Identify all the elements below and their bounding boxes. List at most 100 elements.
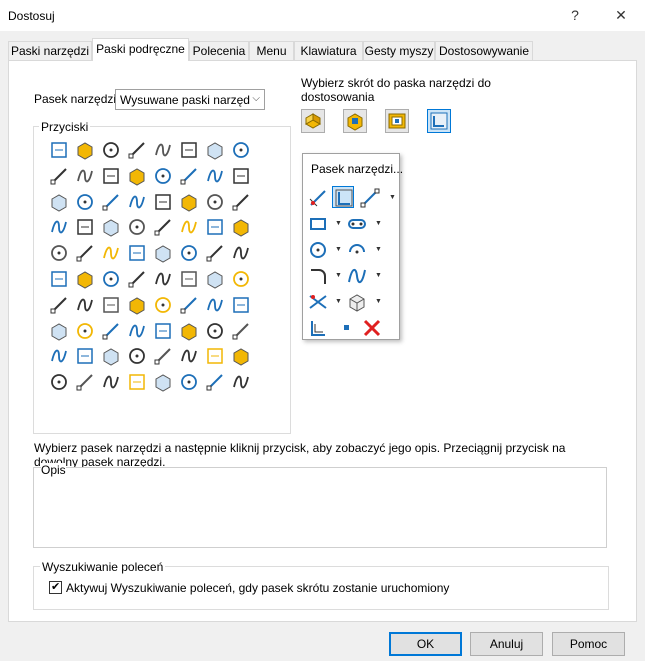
diamond-icon[interactable] [204, 216, 226, 238]
pencil-icon[interactable] [48, 216, 70, 238]
fillet-dropdown-arrow[interactable]: ▼ [335, 272, 343, 280]
quick-sketch-button[interactable] [427, 109, 451, 133]
mate-icon[interactable] [48, 345, 70, 367]
assembly-icon[interactable] [230, 320, 252, 342]
rectangle-icon[interactable] [126, 268, 148, 290]
box-icon[interactable] [152, 216, 174, 238]
annotation-icon[interactable] [152, 139, 174, 161]
measure-icon[interactable] [100, 371, 122, 393]
camera-icon[interactable] [230, 165, 252, 187]
search-icon[interactable] [74, 242, 96, 264]
swap-icon[interactable] [74, 345, 96, 367]
drawing-view-icon[interactable] [48, 165, 70, 187]
arc-icon[interactable] [204, 268, 226, 290]
page-icon[interactable] [152, 242, 174, 264]
quick-drawing-button[interactable] [385, 109, 409, 133]
loft-icon[interactable] [100, 320, 122, 342]
sketch-icon[interactable] [230, 191, 252, 213]
spline-curve-icon[interactable] [48, 294, 70, 316]
tab-shortcut-bars[interactable]: Paski podręczne [92, 38, 189, 61]
cube-icon[interactable] [100, 294, 122, 316]
part-icon[interactable] [204, 345, 226, 367]
move-face-icon[interactable] [48, 139, 70, 161]
fillet-icon[interactable] [307, 265, 329, 287]
book-icon[interactable] [74, 191, 96, 213]
corner-icon[interactable] [74, 268, 96, 290]
trim-dropdown-arrow[interactable]: ▼ [335, 298, 343, 306]
slot-dropdown-arrow[interactable]: ▼ [375, 220, 383, 228]
extrude-icon[interactable] [48, 320, 70, 342]
globe-icon[interactable] [100, 242, 122, 264]
spline-icon[interactable] [100, 216, 122, 238]
point-icon[interactable] [336, 317, 358, 339]
open-icon[interactable] [178, 242, 200, 264]
tab-customization[interactable]: Dostosowywanie [435, 41, 533, 61]
exit-sketch-icon[interactable] [307, 317, 329, 339]
move-comp-icon[interactable] [74, 371, 96, 393]
close-icon[interactable]: ✕ [598, 0, 644, 30]
funnel-icon[interactable] [152, 191, 174, 213]
toolbar-select[interactable]: Wysuwane paski narzęd ⌵ [115, 89, 265, 110]
curve-icon[interactable] [178, 139, 200, 161]
text-icon[interactable] [100, 139, 122, 161]
crosshair-icon[interactable] [230, 139, 252, 161]
tab-menu[interactable]: Menu [249, 41, 294, 61]
sheet-icon[interactable] [126, 165, 148, 187]
ok-button[interactable]: OK [389, 632, 462, 656]
ellipse-icon[interactable] [230, 268, 252, 290]
display-icon[interactable] [126, 216, 148, 238]
color-bar-icon[interactable] [178, 165, 200, 187]
tab-keyboard[interactable]: Klawiatura [294, 41, 363, 61]
pattern-icon[interactable] [126, 320, 148, 342]
eye-icon[interactable] [204, 320, 226, 342]
tab-toolbars[interactable]: Paski narzędzi [8, 41, 92, 61]
circle-icon[interactable] [178, 268, 200, 290]
ruler-icon[interactable] [178, 371, 200, 393]
tab-commands[interactable]: Polecenia [189, 41, 249, 61]
line-dropdown-arrow[interactable]: ▼ [389, 194, 397, 202]
grid-icon[interactable] [230, 216, 252, 238]
3d-sketch-icon[interactable] [346, 291, 368, 313]
help-icon[interactable]: ? [552, 0, 598, 30]
fillet-icon[interactable] [74, 294, 96, 316]
rectangle-dropdown-arrow[interactable]: ▼ [335, 220, 343, 228]
help-button[interactable]: Pomoc [552, 632, 625, 656]
origin-icon[interactable] [204, 139, 226, 161]
cancel-button[interactable]: Anuluj [470, 632, 543, 656]
trim-entities-icon[interactable] [307, 291, 329, 313]
clipboard-icon[interactable] [126, 242, 148, 264]
cut-icon[interactable] [74, 320, 96, 342]
block-icon[interactable] [48, 371, 70, 393]
cube-note-icon[interactable] [126, 139, 148, 161]
copy-icon[interactable] [178, 294, 200, 316]
arc-dropdown-arrow[interactable]: ▼ [375, 246, 383, 254]
rectangle-icon[interactable] [307, 213, 329, 235]
slot-icon[interactable] [346, 213, 368, 235]
view-icon[interactable] [204, 165, 226, 187]
save-icon[interactable] [204, 242, 226, 264]
check-icon[interactable] [152, 345, 174, 367]
search-activate-checkbox[interactable]: ✔ [49, 581, 62, 594]
spline-dropdown-arrow[interactable]: ▼ [375, 272, 383, 280]
spline-icon[interactable] [346, 265, 368, 287]
move-icon[interactable] [152, 294, 174, 316]
sheet-format-icon[interactable] [178, 191, 200, 213]
trim-icon[interactable] [126, 294, 148, 316]
3d-sketch-dropdown-arrow[interactable]: ▼ [375, 298, 383, 306]
line-icon[interactable] [359, 187, 381, 209]
sketch-icon[interactable] [332, 186, 354, 208]
sweep-icon[interactable] [178, 320, 200, 342]
circle-icon[interactable] [307, 239, 329, 261]
table-icon[interactable] [152, 165, 174, 187]
macro-icon[interactable] [74, 216, 96, 238]
monitor-icon[interactable] [126, 345, 148, 367]
component-icon[interactable] [230, 345, 252, 367]
line-icon[interactable] [100, 268, 122, 290]
document-icon[interactable] [126, 191, 148, 213]
rib-icon[interactable] [152, 320, 174, 342]
label-icon[interactable] [100, 345, 122, 367]
print-icon[interactable] [230, 242, 252, 264]
target-icon[interactable] [48, 191, 70, 213]
smart-dimension-icon[interactable] [307, 187, 329, 209]
quick-part-button[interactable] [301, 109, 325, 133]
